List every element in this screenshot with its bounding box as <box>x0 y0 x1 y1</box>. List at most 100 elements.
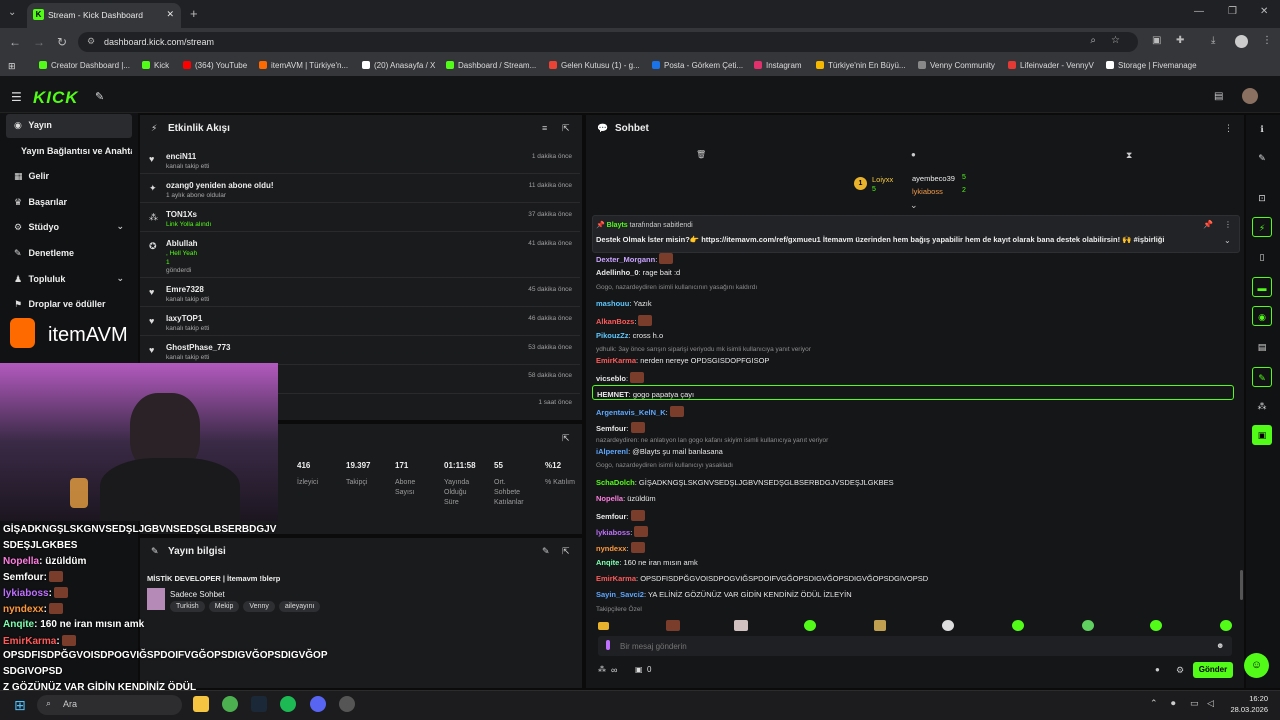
points-icon[interactable]: ⁂ <box>598 665 606 674</box>
spotify-icon[interactable] <box>280 696 296 712</box>
unpin-icon[interactable]: 📌 <box>1203 220 1213 229</box>
bookmark-item[interactable]: Storage | Fivemanage <box>1106 61 1197 70</box>
user-avatar[interactable] <box>1242 88 1258 104</box>
bookmark-item[interactable]: itemAVM | Türkiye'n... <box>259 61 348 70</box>
bookmark-item[interactable]: Kick <box>142 61 169 70</box>
activity-item[interactable]: ✪ Ablullah, Hell Yeah 1 gönderdi 41 dakika ö… <box>140 232 580 278</box>
chat-message[interactable]: mashouu: Yazık <box>596 299 652 308</box>
sidebar-item-gelir[interactable]: ▦ Gelir <box>6 165 132 189</box>
activity-item[interactable]: ✦ ozang0 yeniden abone oldu! 1 aylık abone… <box>140 174 580 203</box>
edit-icon[interactable]: ✎ <box>1252 148 1272 168</box>
zoom-icon[interactable]: ⌕ <box>1090 35 1096 46</box>
bookmark-item[interactable]: (364) YouTube <box>183 61 247 70</box>
chat-bubble-icon[interactable]: ● <box>1155 665 1160 674</box>
chat-username[interactable]: Dexter_Morgann <box>596 255 655 264</box>
emote[interactable] <box>659 253 674 264</box>
tag[interactable]: Mekip <box>208 601 240 612</box>
chat-message[interactable]: Semfour: <box>596 422 645 433</box>
trash-icon[interactable]: 🗑 <box>696 150 706 159</box>
broadcast-icon[interactable]: ◉ <box>1252 306 1272 326</box>
reward-icon[interactable]: ⁂ <box>1252 396 1272 416</box>
chat-input[interactable] <box>620 638 1200 654</box>
emote[interactable] <box>669 406 684 417</box>
popout-icon[interactable]: ⇱ <box>562 546 570 557</box>
taskbar-search[interactable] <box>37 695 182 715</box>
bookmark-item[interactable]: (20) Anasayfa / X <box>362 61 435 70</box>
emote[interactable] <box>1012 620 1024 631</box>
chat-username[interactable]: mashouu <box>596 299 629 308</box>
edit-icon[interactable]: ✎ <box>542 546 550 557</box>
chat-message[interactable]: lykiaboss: <box>596 526 649 537</box>
chrome-icon[interactable] <box>222 696 238 712</box>
sidebar-item-studyo[interactable]: ⚙ Stüdyo ⌄ <box>6 216 132 240</box>
document-icon[interactable]: ▯ <box>1252 247 1272 267</box>
layers-icon[interactable]: ▤ <box>1252 337 1272 357</box>
hamburger-menu-icon[interactable]: ☰ <box>11 90 22 104</box>
emote[interactable] <box>734 620 748 631</box>
popout-icon[interactable]: ⇱ <box>562 123 570 134</box>
chat-username[interactable]: iAlperenl <box>596 447 628 456</box>
emote[interactable] <box>874 620 886 631</box>
steam-icon[interactable] <box>251 696 267 712</box>
emote[interactable] <box>634 526 649 537</box>
emote[interactable] <box>630 510 645 521</box>
obs-icon[interactable] <box>339 696 355 712</box>
filter-icon[interactable]: ≡ <box>542 123 547 133</box>
new-tab-icon[interactable]: + <box>190 6 198 21</box>
bookmark-item[interactable]: Dashboard / Stream... <box>446 61 536 70</box>
activity-item[interactable]: ♥ enciN11 kanalı takip etti 1 dakika önce <box>140 145 580 174</box>
chat-message[interactable]: Nopella: üzüldüm <box>596 494 656 503</box>
bookmark-item[interactable]: Venny Community <box>918 61 995 70</box>
bookmark-item[interactable]: Gelen Kutusu (1) - g... <box>549 61 640 70</box>
chat-message[interactable]: EmirKarma: nerden nereye OPDSGISDOPFGISO… <box>596 356 769 365</box>
emoji-icon[interactable]: ☻ <box>1216 641 1224 650</box>
sidebar-item-droplar[interactable]: ⚑ Droplar ve ödüller <box>6 293 132 317</box>
bookmark-star-icon[interactable]: ☆ <box>1111 35 1120 46</box>
app-icon[interactable]: ▣ <box>1252 425 1272 445</box>
chat-message[interactable]: Argentavis_KelN_K: <box>596 406 684 417</box>
hourglass-icon[interactable]: ⧗ <box>1126 150 1132 161</box>
extension-icon[interactable]: ▣ <box>1152 35 1161 46</box>
maximize-icon[interactable]: ❐ <box>1228 6 1237 17</box>
capture-icon[interactable]: ⊡ <box>1252 188 1272 208</box>
reload-icon[interactable]: ↻ <box>57 35 67 49</box>
bookmark-item[interactable]: Creator Dashboard |... <box>39 61 130 70</box>
bookmark-item[interactable]: Lifeinvader - VennyV <box>1008 61 1094 70</box>
expand-icon[interactable]: ⌄ <box>910 200 918 211</box>
profile-avatar[interactable] <box>1235 35 1248 48</box>
chat-username[interactable]: nyndexx <box>596 544 626 553</box>
chat-username[interactable]: HEMNET <box>597 390 629 399</box>
bookmark-item[interactable]: Türkiye'nin En Büyü... <box>816 61 906 70</box>
emote[interactable] <box>1082 620 1094 631</box>
chat-username[interactable]: SchaDolch <box>596 478 635 487</box>
top-chatter[interactable]: lykiaboss <box>912 187 943 196</box>
browser-tab[interactable]: K Stream - Kick Dashboard ✕ <box>27 3 181 28</box>
emote[interactable] <box>630 542 645 553</box>
chevron-down-icon[interactable]: ⌄ <box>1224 236 1231 245</box>
chat-message[interactable]: vicseblo: <box>596 372 645 383</box>
clock-time[interactable]: 16:20 <box>1230 694 1268 703</box>
activity-item[interactable]: ♥ laxyTOP1 kanalı takip etti 46 dakika önce <box>140 307 580 336</box>
chat-message[interactable]: iAlperenl: @Blayts şu mail banlasana <box>596 447 723 456</box>
chat-username[interactable]: EmirKarma <box>596 574 636 583</box>
pin-icon[interactable]: ✎ <box>95 90 104 103</box>
popout-icon[interactable]: ⇱ <box>562 433 570 444</box>
windows-start-icon[interactable]: ⊞ <box>14 697 26 714</box>
chat-username[interactable]: Nopella <box>596 494 623 503</box>
kick-logo[interactable]: KICK <box>33 88 79 108</box>
pinned-menu-icon[interactable]: ⋮ <box>1224 220 1232 229</box>
clock-date[interactable]: 28.03.2026 <box>1224 705 1268 714</box>
mic-icon[interactable]: ⏺ <box>1171 698 1176 709</box>
network-icon[interactable]: ▭ <box>1190 698 1199 709</box>
activity-item[interactable]: ⁂ TON1Xs Link Yolla alındı 37 dakika önce <box>140 203 580 232</box>
chat-username[interactable]: Adellinho_0 <box>596 268 639 277</box>
chat-message[interactable]: nyndexx: <box>596 542 645 553</box>
chat-username[interactable]: Sayin_Savci2 <box>596 590 644 599</box>
chat-username[interactable]: PikouzZz <box>596 331 629 340</box>
apps-icon[interactable]: ⊞ <box>8 61 16 72</box>
gift-icon[interactable]: ▣ <box>635 665 643 674</box>
chat-bubble-icon[interactable]: ● <box>911 150 916 159</box>
tag[interactable]: Turkish <box>170 601 205 612</box>
explorer-icon[interactable] <box>193 696 209 712</box>
chat-message[interactable]: EmirKarma: OPSDFISDPĞGVOISDPOGVIĞSPDOIFV… <box>596 574 928 583</box>
